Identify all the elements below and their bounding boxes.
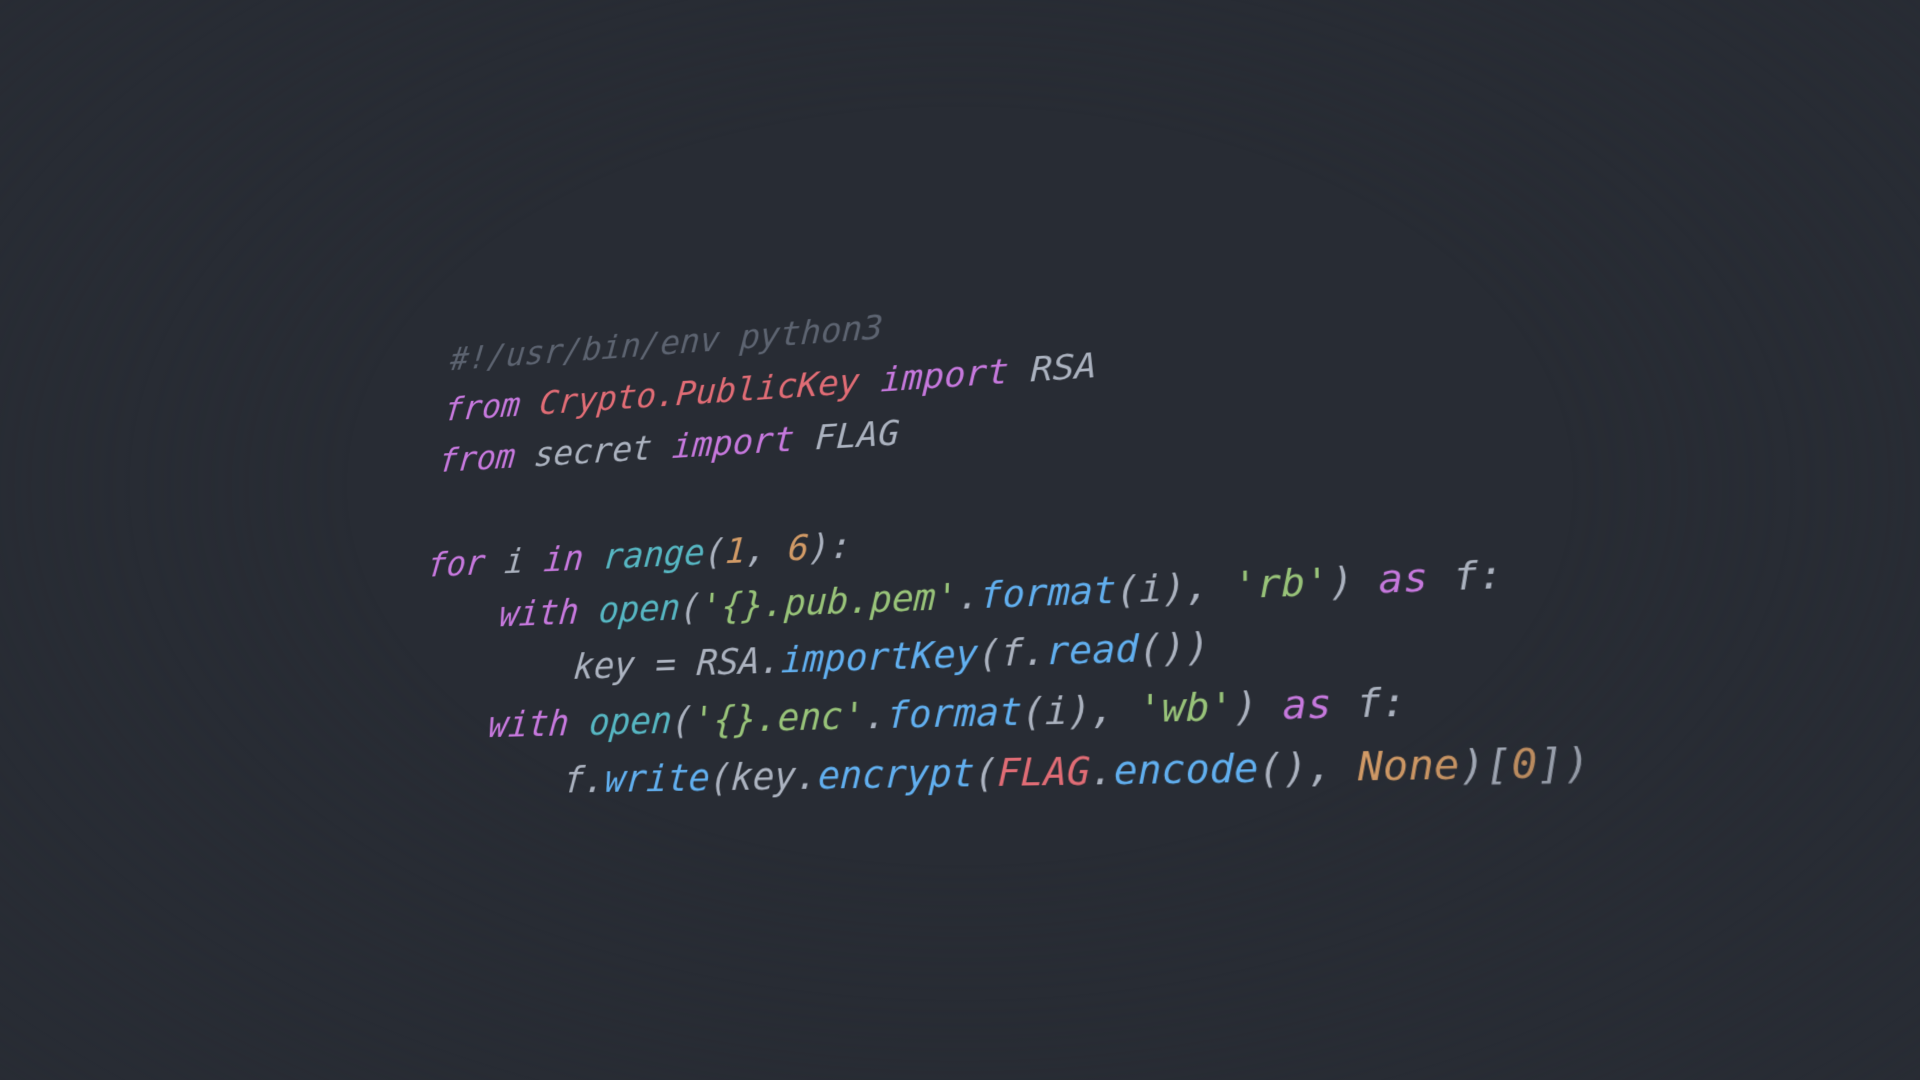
punct: )	[1162, 566, 1186, 611]
punct: )	[1186, 624, 1210, 670]
code-panel: #!/usr/bin/env python3 from Crypto.Publi…	[401, 247, 1592, 811]
punct: .	[759, 639, 783, 682]
keyword-import: import	[880, 351, 1010, 400]
symbol-rsa: RSA	[1030, 344, 1097, 389]
string-enc: '{}.enc'	[691, 694, 866, 742]
fn-importkey: importKey	[780, 632, 979, 682]
fn-encode: encode	[1114, 745, 1259, 794]
var-f: f	[1452, 553, 1479, 600]
punct: )	[808, 525, 831, 568]
punct: (	[978, 631, 1002, 676]
var-key: key	[730, 754, 797, 799]
punct: ,	[745, 527, 789, 570]
keyword-as: as	[1353, 554, 1453, 603]
string-wb: 'wb'	[1138, 684, 1234, 732]
punct: (	[974, 750, 998, 796]
punct: =	[633, 642, 698, 686]
var-f: f	[1000, 630, 1024, 675]
punct: .	[864, 693, 888, 737]
punct: :	[1477, 552, 1504, 599]
punct: )	[1563, 738, 1592, 787]
keyword-from: from	[437, 436, 517, 479]
fn-format: format	[980, 568, 1117, 617]
fn-open: open	[597, 587, 682, 632]
var-i: i	[1139, 567, 1163, 612]
punct: .	[795, 754, 819, 799]
punct: ,	[1091, 686, 1138, 732]
punct: :	[829, 524, 852, 567]
number-6: 6	[787, 526, 810, 568]
punct: )	[1068, 688, 1092, 734]
stage: #!/usr/bin/env python3 from Crypto.Publi…	[0, 0, 1920, 1080]
number-0: 0	[1510, 739, 1538, 788]
fn-write: write	[603, 756, 711, 801]
string-pubpem: '{}.pub.pem'	[700, 575, 959, 627]
fn-open: open	[588, 699, 674, 744]
keyword-with: with	[497, 591, 580, 635]
symbol-flag: FLAG	[814, 412, 900, 458]
keyword-for: for	[426, 542, 488, 584]
keyword-from: from	[443, 385, 523, 428]
keyword-with: with	[486, 702, 570, 746]
var-i: i	[1044, 688, 1068, 734]
keyword-in: in	[542, 537, 585, 579]
var-key: key	[572, 644, 637, 688]
const-none: None	[1357, 741, 1460, 790]
fn-read: read	[1046, 626, 1139, 673]
punct: )	[1459, 740, 1487, 789]
keyword-import: import	[671, 419, 796, 466]
punct: [	[1484, 740, 1512, 789]
keyword-as: as	[1258, 680, 1357, 729]
module-crypto: Crypto.PublicKey	[538, 361, 861, 422]
punct: .	[1090, 748, 1114, 794]
punct: ,	[1186, 564, 1233, 610]
punct: .	[1023, 630, 1047, 675]
punct: (	[709, 755, 733, 799]
fn-format: format	[886, 689, 1023, 737]
symbol-flag: FLAG	[997, 748, 1091, 795]
punct: )	[1162, 625, 1186, 671]
fn-encrypt: encrypt	[817, 750, 975, 797]
punct: )	[1329, 558, 1354, 604]
punct: ]	[1536, 739, 1565, 788]
fn-range: range	[602, 531, 707, 576]
punct: (	[1139, 626, 1163, 671]
string-rb: 'rb'	[1233, 559, 1330, 607]
punct: (	[1116, 567, 1140, 612]
punct: :	[1381, 679, 1407, 726]
punct: )	[1234, 683, 1258, 730]
var-i: i	[503, 540, 526, 581]
cls-rsa: RSA	[695, 640, 761, 684]
punct: (	[1021, 689, 1045, 734]
punct: )	[1283, 744, 1308, 792]
code-block: #!/usr/bin/env python3 from Crypto.Publi…	[401, 247, 1592, 811]
punct: (	[1258, 744, 1283, 791]
punct: .	[957, 574, 981, 618]
number-1: 1	[724, 529, 747, 571]
module-secret: secret	[533, 428, 654, 474]
punct: ,	[1307, 743, 1358, 791]
var-f: f	[1356, 680, 1382, 727]
